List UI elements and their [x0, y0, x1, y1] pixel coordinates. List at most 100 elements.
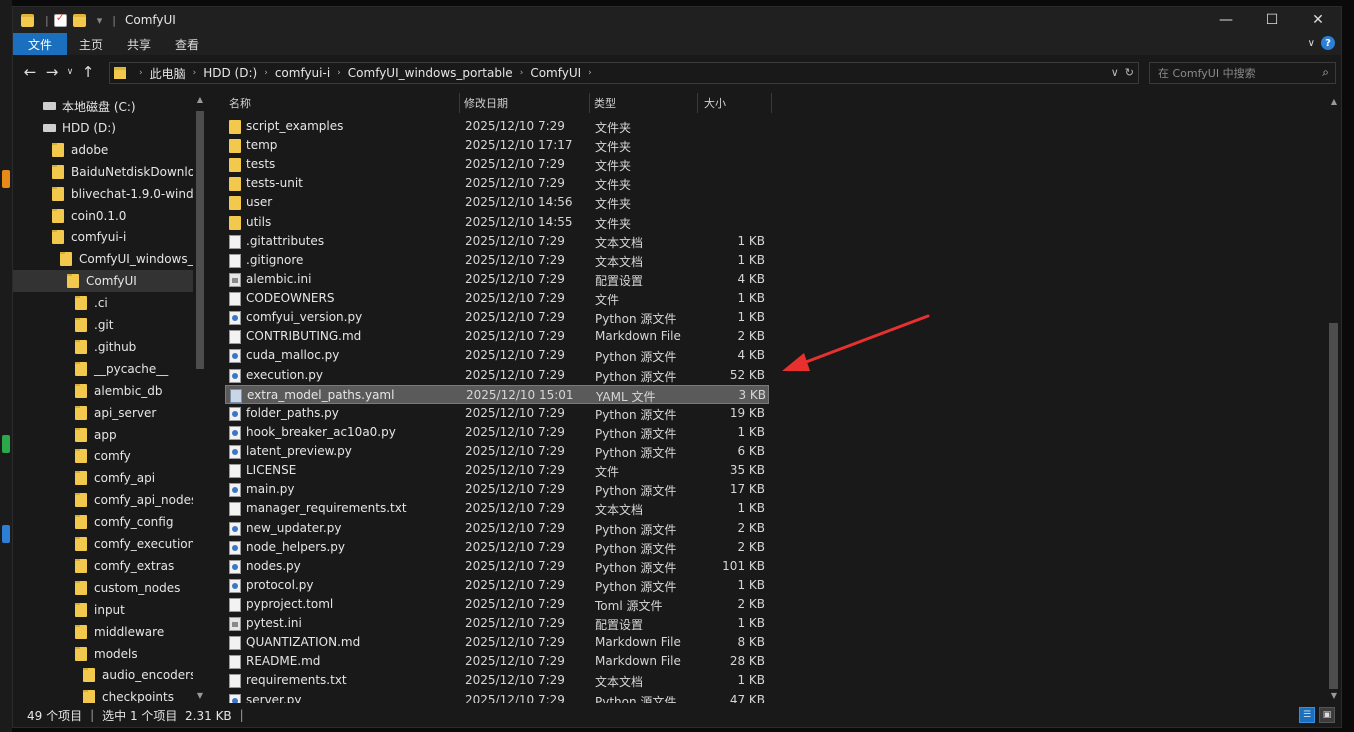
- breadcrumb-comfyui[interactable]: ComfyUI: [530, 66, 581, 80]
- address-dropdown-icon[interactable]: ∨: [1111, 66, 1119, 79]
- expand-ribbon-icon[interactable]: ∨: [1308, 38, 1315, 49]
- scroll-down-icon[interactable]: ▼: [1328, 689, 1340, 701]
- sidebar-item[interactable]: comfy_extras: [13, 555, 193, 577]
- file-row[interactable]: cuda_malloc.py 2025/12/10 7:29 Python 源文件 4…: [225, 346, 769, 365]
- address-bar[interactable]: › 此电脑 › HDD (D:) › comfyui-i › ComfyUI_w…: [109, 62, 1139, 84]
- sidebar-item[interactable]: __pycache__: [13, 358, 193, 380]
- chevron-right-icon[interactable]: ›: [520, 68, 524, 78]
- back-button[interactable]: ←: [19, 61, 41, 83]
- file-row[interactable]: utils 2025/12/10 14:55 文件夹: [225, 213, 769, 232]
- file-row[interactable]: pytest.ini 2025/12/10 7:29 配置设置 1 KB: [225, 614, 769, 633]
- tab-view[interactable]: 查看: [163, 33, 211, 55]
- file-row[interactable]: script_examples 2025/12/10 7:29 文件夹: [225, 117, 769, 136]
- file-row[interactable]: hook_breaker_ac10a0.py 2025/12/10 7:29 Pyt…: [225, 423, 769, 442]
- file-row[interactable]: folder_paths.py 2025/12/10 7:29 Python 源文件…: [225, 404, 769, 423]
- file-row[interactable]: CODEOWNERS 2025/12/10 7:29 文件 1 KB: [225, 289, 769, 308]
- file-row[interactable]: nodes.py 2025/12/10 7:29 Python 源文件 101 KB: [225, 557, 769, 576]
- sidebar-item[interactable]: .ci: [13, 292, 193, 314]
- file-row[interactable]: requirements.txt 2025/12/10 7:29 文本文档 1 KB: [225, 671, 769, 690]
- file-row[interactable]: alembic.ini 2025/12/10 7:29 配置设置 4 KB: [225, 270, 769, 289]
- file-row[interactable]: tests 2025/12/10 7:29 文件夹: [225, 155, 769, 174]
- tab-share[interactable]: 共享: [115, 33, 163, 55]
- minimize-button[interactable]: —: [1203, 7, 1249, 33]
- file-row[interactable]: extra_model_paths.yaml 2025/12/10 15:01 YA…: [225, 384, 769, 404]
- file-row[interactable]: LICENSE 2025/12/10 7:29 文件 35 KB: [225, 461, 769, 480]
- breadcrumb-hdd[interactable]: HDD (D:): [203, 66, 257, 80]
- sidebar-item[interactable]: comfy_api: [13, 467, 193, 489]
- sidebar-item[interactable]: blivechat-1.9.0-windows: [13, 183, 193, 205]
- file-row[interactable]: server.py 2025/12/10 7:29 Python 源文件 47 KB: [225, 691, 769, 703]
- search-icon[interactable]: ⌕: [1322, 65, 1329, 80]
- file-list-scrollbar[interactable]: ▲ ▼: [1326, 91, 1341, 703]
- chevron-right-icon[interactable]: ›: [337, 68, 341, 78]
- file-row[interactable]: execution.py 2025/12/10 7:29 Python 源文件 52 …: [225, 366, 769, 385]
- help-icon[interactable]: ?: [1321, 36, 1335, 50]
- new-folder-icon[interactable]: [72, 13, 86, 27]
- scroll-up-icon[interactable]: ▲: [194, 93, 206, 105]
- chevron-right-icon[interactable]: ›: [588, 68, 592, 78]
- sidebar-item[interactable]: app: [13, 424, 193, 446]
- sidebar-item[interactable]: coin0.1.0: [13, 205, 193, 227]
- column-header-type[interactable]: 类型: [590, 91, 698, 115]
- file-row[interactable]: QUANTIZATION.md 2025/12/10 7:29 Markdown F…: [225, 633, 769, 652]
- sidebar-item[interactable]: BaiduNetdiskDownload: [13, 161, 193, 183]
- sidebar-item[interactable]: .git: [13, 314, 193, 336]
- sidebar-item[interactable]: ComfyUI_windows_po: [13, 248, 193, 270]
- sidebar-item[interactable]: 本地磁盘 (C:): [13, 95, 193, 117]
- column-header-size[interactable]: 大小: [698, 91, 772, 115]
- scroll-down-icon[interactable]: ▼: [194, 689, 206, 701]
- file-row[interactable]: latent_preview.py 2025/12/10 7:29 Python 源…: [225, 442, 769, 461]
- file-row[interactable]: CONTRIBUTING.md 2025/12/10 7:29 Markdown F…: [225, 327, 769, 346]
- scroll-up-icon[interactable]: ▲: [1328, 95, 1340, 107]
- large-icons-view-button[interactable]: ▣: [1319, 707, 1335, 723]
- sidebar-item[interactable]: middleware: [13, 621, 193, 643]
- file-row[interactable]: new_updater.py 2025/12/10 7:29 Python 源文件 2…: [225, 519, 769, 538]
- sidebar-item[interactable]: comfyui-i: [13, 226, 193, 248]
- file-row[interactable]: README.md 2025/12/10 7:29 Markdown File 28 …: [225, 652, 769, 671]
- refresh-icon[interactable]: ↻: [1125, 66, 1134, 79]
- file-row[interactable]: temp 2025/12/10 17:17 文件夹: [225, 136, 769, 155]
- search-box[interactable]: ⌕: [1149, 62, 1336, 84]
- sidebar-item[interactable]: comfy_api_nodes: [13, 489, 193, 511]
- sidebar-item[interactable]: adobe: [13, 139, 193, 161]
- file-row[interactable]: .gitattributes 2025/12/10 7:29 文本文档 1 KB: [225, 232, 769, 251]
- tab-file[interactable]: 文件: [13, 33, 68, 55]
- scrollbar-thumb[interactable]: [1329, 323, 1338, 689]
- breadcrumb-this-pc[interactable]: 此电脑: [150, 65, 186, 82]
- breadcrumb-portable[interactable]: ComfyUI_windows_portable: [348, 66, 513, 80]
- quick-access-dropdown-icon[interactable]: ▾: [97, 14, 103, 27]
- close-button[interactable]: ✕: [1295, 7, 1341, 33]
- sidebar-item[interactable]: .github: [13, 336, 193, 358]
- sidebar-item[interactable]: input: [13, 599, 193, 621]
- scrollbar-thumb[interactable]: [196, 111, 204, 369]
- file-row[interactable]: tests-unit 2025/12/10 7:29 文件夹: [225, 174, 769, 193]
- up-button[interactable]: ↑: [77, 61, 99, 83]
- sidebar-item[interactable]: custom_nodes: [13, 577, 193, 599]
- file-row[interactable]: user 2025/12/10 14:56 文件夹: [225, 193, 769, 212]
- file-row[interactable]: node_helpers.py 2025/12/10 7:29 Python 源文件…: [225, 538, 769, 557]
- details-view-button[interactable]: ☰: [1299, 707, 1315, 723]
- sidebar-item[interactable]: HDD (D:): [13, 117, 193, 139]
- file-row[interactable]: manager_requirements.txt 2025/12/10 7:29 文…: [225, 499, 769, 518]
- file-row[interactable]: main.py 2025/12/10 7:29 Python 源文件 17 KB: [225, 480, 769, 499]
- file-row[interactable]: .gitignore 2025/12/10 7:29 文本文档 1 KB: [225, 251, 769, 270]
- sidebar-item[interactable]: ComfyUI: [13, 270, 193, 293]
- breadcrumb-comfyui-i[interactable]: comfyui-i: [275, 66, 330, 80]
- search-input[interactable]: [1150, 63, 1310, 83]
- sidebar-item[interactable]: models: [13, 643, 193, 665]
- sidebar-item[interactable]: checkpoints: [13, 686, 193, 703]
- recent-locations-icon[interactable]: ∨: [63, 61, 77, 83]
- file-row[interactable]: comfyui_version.py 2025/12/10 7:29 Python …: [225, 308, 769, 327]
- chevron-right-icon[interactable]: ›: [193, 68, 197, 78]
- maximize-button[interactable]: ☐: [1249, 7, 1295, 33]
- sidebar-item[interactable]: alembic_db: [13, 380, 193, 402]
- chevron-right-icon[interactable]: ›: [139, 68, 143, 78]
- tab-home[interactable]: 主页: [67, 33, 115, 55]
- column-header-date[interactable]: 修改日期: [460, 91, 590, 115]
- sidebar-item[interactable]: api_server: [13, 402, 193, 424]
- forward-button[interactable]: →: [41, 61, 63, 83]
- sidebar-item[interactable]: audio_encoders: [13, 664, 193, 686]
- file-row[interactable]: pyproject.toml 2025/12/10 7:29 Toml 源文件 2 K…: [225, 595, 769, 614]
- column-header-name[interactable]: ⌃ 名称: [225, 91, 460, 115]
- chevron-right-icon[interactable]: ›: [264, 68, 268, 78]
